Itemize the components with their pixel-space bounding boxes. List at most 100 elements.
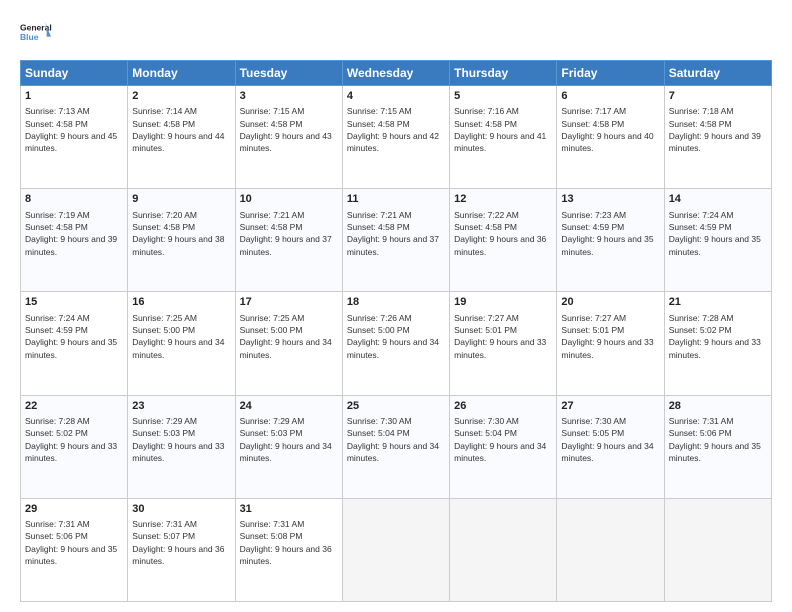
day-info: Sunrise: 7:24 AMSunset: 4:59 PMDaylight:… xyxy=(25,312,123,361)
calendar-week-2: 8 Sunrise: 7:19 AMSunset: 4:58 PMDayligh… xyxy=(21,189,772,292)
day-info: Sunrise: 7:18 AMSunset: 4:58 PMDaylight:… xyxy=(669,105,767,154)
calendar-cell xyxy=(450,498,557,601)
day-number: 6 xyxy=(561,89,659,104)
day-number: 5 xyxy=(454,89,552,104)
calendar-cell: 31 Sunrise: 7:31 AMSunset: 5:08 PMDaylig… xyxy=(235,498,342,601)
day-number: 9 xyxy=(132,192,230,207)
day-number: 16 xyxy=(132,295,230,310)
calendar-cell: 12 Sunrise: 7:22 AMSunset: 4:58 PMDaylig… xyxy=(450,189,557,292)
calendar-cell: 19 Sunrise: 7:27 AMSunset: 5:01 PMDaylig… xyxy=(450,292,557,395)
day-info: Sunrise: 7:21 AMSunset: 4:58 PMDaylight:… xyxy=(240,209,338,258)
day-header-saturday: Saturday xyxy=(664,61,771,86)
day-number: 25 xyxy=(347,399,445,414)
calendar-cell: 16 Sunrise: 7:25 AMSunset: 5:00 PMDaylig… xyxy=(128,292,235,395)
day-number: 29 xyxy=(25,502,123,517)
calendar-cell: 27 Sunrise: 7:30 AMSunset: 5:05 PMDaylig… xyxy=(557,395,664,498)
calendar-cell xyxy=(664,498,771,601)
day-info: Sunrise: 7:23 AMSunset: 4:59 PMDaylight:… xyxy=(561,209,659,258)
day-info: Sunrise: 7:30 AMSunset: 5:04 PMDaylight:… xyxy=(347,415,445,464)
day-number: 23 xyxy=(132,399,230,414)
calendar-week-3: 15 Sunrise: 7:24 AMSunset: 4:59 PMDaylig… xyxy=(21,292,772,395)
svg-text:Blue: Blue xyxy=(20,32,39,42)
day-info: Sunrise: 7:28 AMSunset: 5:02 PMDaylight:… xyxy=(25,415,123,464)
day-header-thursday: Thursday xyxy=(450,61,557,86)
calendar-table: SundayMondayTuesdayWednesdayThursdayFrid… xyxy=(20,60,772,602)
day-info: Sunrise: 7:13 AMSunset: 4:58 PMDaylight:… xyxy=(25,105,123,154)
calendar-cell: 24 Sunrise: 7:29 AMSunset: 5:03 PMDaylig… xyxy=(235,395,342,498)
calendar-cell: 14 Sunrise: 7:24 AMSunset: 4:59 PMDaylig… xyxy=(664,189,771,292)
day-info: Sunrise: 7:31 AMSunset: 5:06 PMDaylight:… xyxy=(25,518,123,567)
day-number: 30 xyxy=(132,502,230,517)
day-info: Sunrise: 7:30 AMSunset: 5:04 PMDaylight:… xyxy=(454,415,552,464)
calendar-body: 1 Sunrise: 7:13 AMSunset: 4:58 PMDayligh… xyxy=(21,86,772,602)
day-info: Sunrise: 7:27 AMSunset: 5:01 PMDaylight:… xyxy=(454,312,552,361)
calendar-cell: 9 Sunrise: 7:20 AMSunset: 4:58 PMDayligh… xyxy=(128,189,235,292)
day-info: Sunrise: 7:24 AMSunset: 4:59 PMDaylight:… xyxy=(669,209,767,258)
day-number: 24 xyxy=(240,399,338,414)
day-number: 11 xyxy=(347,192,445,207)
day-number: 18 xyxy=(347,295,445,310)
calendar-cell xyxy=(342,498,449,601)
calendar-cell: 10 Sunrise: 7:21 AMSunset: 4:58 PMDaylig… xyxy=(235,189,342,292)
day-number: 21 xyxy=(669,295,767,310)
day-header-tuesday: Tuesday xyxy=(235,61,342,86)
calendar-cell: 6 Sunrise: 7:17 AMSunset: 4:58 PMDayligh… xyxy=(557,86,664,189)
day-number: 15 xyxy=(25,295,123,310)
day-number: 2 xyxy=(132,89,230,104)
day-number: 12 xyxy=(454,192,552,207)
day-header-sunday: Sunday xyxy=(21,61,128,86)
day-info: Sunrise: 7:19 AMSunset: 4:58 PMDaylight:… xyxy=(25,209,123,258)
calendar-cell: 7 Sunrise: 7:18 AMSunset: 4:58 PMDayligh… xyxy=(664,86,771,189)
day-info: Sunrise: 7:25 AMSunset: 5:00 PMDaylight:… xyxy=(132,312,230,361)
calendar-cell: 20 Sunrise: 7:27 AMSunset: 5:01 PMDaylig… xyxy=(557,292,664,395)
day-number: 14 xyxy=(669,192,767,207)
day-number: 13 xyxy=(561,192,659,207)
calendar-cell: 13 Sunrise: 7:23 AMSunset: 4:59 PMDaylig… xyxy=(557,189,664,292)
day-info: Sunrise: 7:29 AMSunset: 5:03 PMDaylight:… xyxy=(240,415,338,464)
calendar-cell: 2 Sunrise: 7:14 AMSunset: 4:58 PMDayligh… xyxy=(128,86,235,189)
day-info: Sunrise: 7:14 AMSunset: 4:58 PMDaylight:… xyxy=(132,105,230,154)
day-info: Sunrise: 7:17 AMSunset: 4:58 PMDaylight:… xyxy=(561,105,659,154)
calendar-week-5: 29 Sunrise: 7:31 AMSunset: 5:06 PMDaylig… xyxy=(21,498,772,601)
calendar-header-row: SundayMondayTuesdayWednesdayThursdayFrid… xyxy=(21,61,772,86)
day-number: 3 xyxy=(240,89,338,104)
day-info: Sunrise: 7:15 AMSunset: 4:58 PMDaylight:… xyxy=(347,105,445,154)
calendar-cell: 25 Sunrise: 7:30 AMSunset: 5:04 PMDaylig… xyxy=(342,395,449,498)
day-info: Sunrise: 7:29 AMSunset: 5:03 PMDaylight:… xyxy=(132,415,230,464)
calendar-cell: 4 Sunrise: 7:15 AMSunset: 4:58 PMDayligh… xyxy=(342,86,449,189)
day-number: 8 xyxy=(25,192,123,207)
day-number: 31 xyxy=(240,502,338,517)
calendar-cell: 5 Sunrise: 7:16 AMSunset: 4:58 PMDayligh… xyxy=(450,86,557,189)
day-info: Sunrise: 7:25 AMSunset: 5:00 PMDaylight:… xyxy=(240,312,338,361)
calendar-cell: 28 Sunrise: 7:31 AMSunset: 5:06 PMDaylig… xyxy=(664,395,771,498)
day-number: 1 xyxy=(25,89,123,104)
day-number: 10 xyxy=(240,192,338,207)
calendar-cell: 21 Sunrise: 7:28 AMSunset: 5:02 PMDaylig… xyxy=(664,292,771,395)
day-info: Sunrise: 7:31 AMSunset: 5:06 PMDaylight:… xyxy=(669,415,767,464)
calendar-cell: 26 Sunrise: 7:30 AMSunset: 5:04 PMDaylig… xyxy=(450,395,557,498)
calendar-cell: 18 Sunrise: 7:26 AMSunset: 5:00 PMDaylig… xyxy=(342,292,449,395)
day-info: Sunrise: 7:28 AMSunset: 5:02 PMDaylight:… xyxy=(669,312,767,361)
day-number: 4 xyxy=(347,89,445,104)
page: General Blue SundayMondayTuesdayWednesda… xyxy=(0,0,792,612)
calendar-cell: 22 Sunrise: 7:28 AMSunset: 5:02 PMDaylig… xyxy=(21,395,128,498)
calendar-cell: 15 Sunrise: 7:24 AMSunset: 4:59 PMDaylig… xyxy=(21,292,128,395)
calendar-cell: 3 Sunrise: 7:15 AMSunset: 4:58 PMDayligh… xyxy=(235,86,342,189)
day-number: 19 xyxy=(454,295,552,310)
calendar-cell: 11 Sunrise: 7:21 AMSunset: 4:58 PMDaylig… xyxy=(342,189,449,292)
day-number: 28 xyxy=(669,399,767,414)
calendar-cell: 30 Sunrise: 7:31 AMSunset: 5:07 PMDaylig… xyxy=(128,498,235,601)
day-number: 26 xyxy=(454,399,552,414)
day-info: Sunrise: 7:15 AMSunset: 4:58 PMDaylight:… xyxy=(240,105,338,154)
calendar-cell: 17 Sunrise: 7:25 AMSunset: 5:00 PMDaylig… xyxy=(235,292,342,395)
day-header-monday: Monday xyxy=(128,61,235,86)
day-number: 7 xyxy=(669,89,767,104)
day-number: 20 xyxy=(561,295,659,310)
logo-svg: General Blue xyxy=(20,16,52,52)
day-info: Sunrise: 7:31 AMSunset: 5:08 PMDaylight:… xyxy=(240,518,338,567)
calendar-week-4: 22 Sunrise: 7:28 AMSunset: 5:02 PMDaylig… xyxy=(21,395,772,498)
day-info: Sunrise: 7:22 AMSunset: 4:58 PMDaylight:… xyxy=(454,209,552,258)
calendar-cell: 8 Sunrise: 7:19 AMSunset: 4:58 PMDayligh… xyxy=(21,189,128,292)
day-info: Sunrise: 7:26 AMSunset: 5:00 PMDaylight:… xyxy=(347,312,445,361)
calendar-cell: 29 Sunrise: 7:31 AMSunset: 5:06 PMDaylig… xyxy=(21,498,128,601)
